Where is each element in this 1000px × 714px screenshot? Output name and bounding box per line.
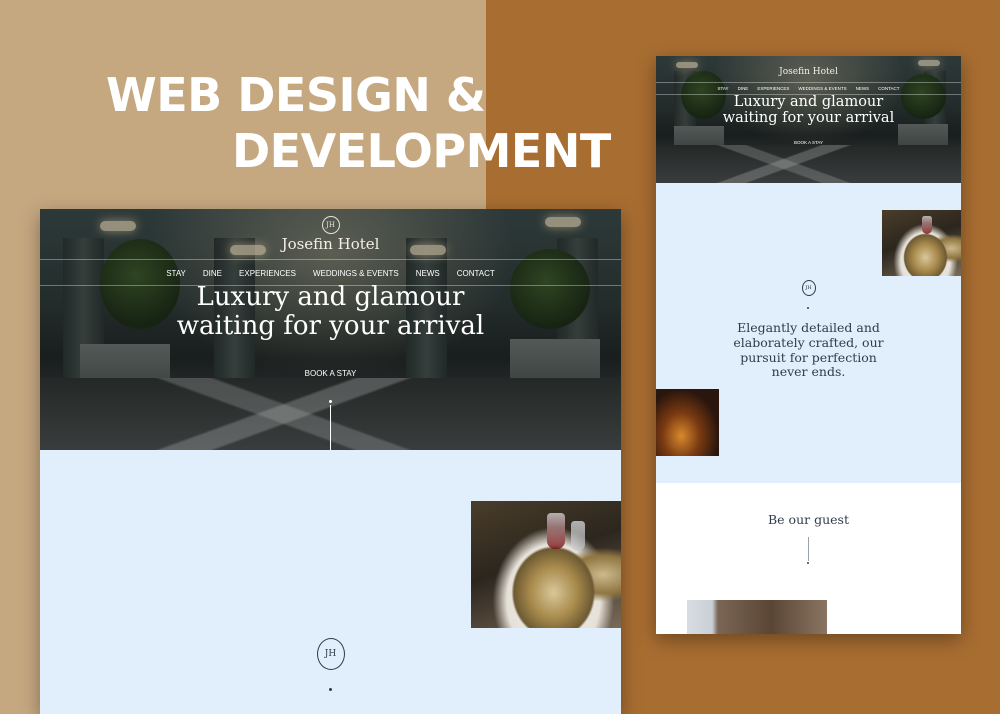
mobile-room-image <box>687 600 827 634</box>
mobile-nav: STAY DINE EXPERIENCES WEDDINGS & EVENTS … <box>656 86 961 91</box>
nav-experiences[interactable]: EXPERIENCES <box>239 269 296 278</box>
nav-stay[interactable]: STAY <box>166 269 186 278</box>
headline-line-2: DEVELOPMENT <box>232 124 611 178</box>
mobile-tagline: Elegantly detailed and elaborately craft… <box>733 320 884 380</box>
dining-image <box>471 501 621 628</box>
mobile-hotel-name[interactable]: Josefin Hotel <box>656 67 961 77</box>
hero-lobby-image: JH Josefin Hotel STAY DINE EXPERIENCES W… <box>40 209 621 450</box>
nav-dine[interactable]: DINE <box>203 269 222 278</box>
mobile-hero-lobby-image: Josefin Hotel STAY DINE EXPERIENCES WEDD… <box>656 56 961 183</box>
hero-title: Luxury and glamour waiting for your arri… <box>176 282 485 342</box>
nav-contact[interactable]: CONTACT <box>457 269 495 278</box>
mobile-nav-stay[interactable]: STAY <box>717 86 728 91</box>
mobile-book-a-stay-button[interactable]: BOOK A STAY <box>794 140 823 145</box>
headline-line-1: WEB DESIGN & <box>106 68 486 122</box>
mobile-nav-dine[interactable]: DINE <box>738 86 749 91</box>
mobile-nav-experiences[interactable]: EXPERIENCES <box>757 86 789 91</box>
main-nav: STAY DINE EXPERIENCES WEDDINGS & EVENTS … <box>40 269 621 278</box>
hotel-name[interactable]: Josefin Hotel <box>40 235 621 253</box>
mobile-section-logo-icon: JH <box>801 280 816 296</box>
mobile-nav-news[interactable]: NEWS <box>856 86 870 91</box>
mobile-nav-contact[interactable]: CONTACT <box>878 86 899 91</box>
hotel-logo-icon[interactable]: JH <box>321 216 340 234</box>
mobile-hero-title: Luxury and glamour waiting for your arri… <box>722 94 895 127</box>
desktop-mockup: JH Josefin Hotel STAY DINE EXPERIENCES W… <box>40 209 621 714</box>
mobile-mockup: Josefin Hotel STAY DINE EXPERIENCES WEDD… <box>656 56 961 634</box>
nav-weddings-events[interactable]: WEDDINGS & EVENTS <box>313 269 399 278</box>
nav-news[interactable]: NEWS <box>416 269 440 278</box>
section-logo-icon: JH <box>316 638 345 670</box>
mobile-bartender-image <box>656 389 719 456</box>
mobile-dining-image <box>882 210 961 276</box>
mobile-nav-weddings-events[interactable]: WEDDINGS & EVENTS <box>798 86 846 91</box>
mobile-guest-heading: Be our guest <box>768 512 849 527</box>
book-a-stay-button[interactable]: BOOK A STAY <box>305 369 357 378</box>
